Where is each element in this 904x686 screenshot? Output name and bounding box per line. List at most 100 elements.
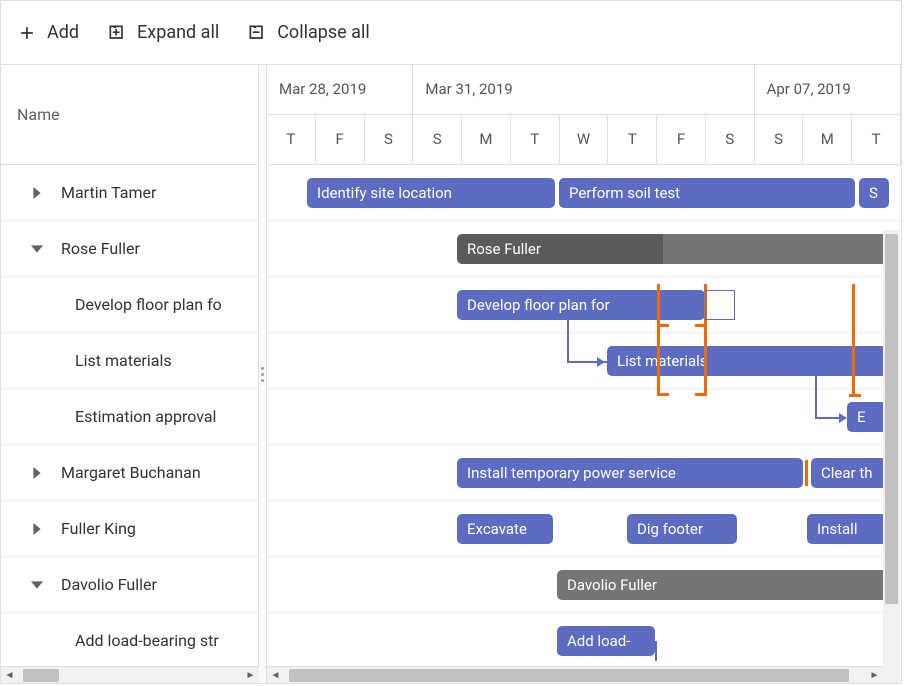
task-bar[interactable]: Dig footer [627,514,737,544]
task-bar[interactable]: Install temporary power service [457,458,803,488]
task-bar[interactable]: Clear th [811,458,887,488]
task-bar-label: Perform soil test [569,184,680,202]
name-column-header[interactable]: Name [1,65,258,165]
tree-row[interactable]: Davolio Fuller [1,557,258,613]
gantt-row: Add load- [267,613,901,669]
week-header-cell: Apr 07, 2019 [755,65,901,114]
day-header-cell: M [803,115,852,165]
task-bar[interactable]: List materials [607,346,887,376]
expand-icon [107,23,127,43]
tree-row[interactable]: Develop floor plan fo [1,277,258,333]
gantt-chart-body[interactable]: Identify site location Perform soil test S… [267,165,901,683]
task-bar-label: E [857,408,866,426]
task-bar-label: Rose Fuller [467,240,541,258]
expand-label: Expand all [137,22,219,43]
gantt-row: E [267,389,901,445]
scroll-right-icon[interactable]: ► [866,667,883,683]
task-bar[interactable]: E [847,402,887,432]
tree-row[interactable]: Add load-bearing str [1,613,258,669]
gantt-row: Excavate Dig footer Install [267,501,901,557]
scrollbar-thumb[interactable] [289,669,849,682]
tree-row-label: Margaret Buchanan [61,463,201,482]
tree-row[interactable]: Margaret Buchanan [1,445,258,501]
scroll-right-icon[interactable]: ► [242,667,259,683]
expand-toggle-icon[interactable] [25,467,49,479]
scroll-left-icon[interactable]: ◄ [267,667,284,683]
task-bar-label: Dig footer [637,520,703,538]
week-header-cell: Mar 28, 2019 [267,65,413,114]
tree-row-label: Estimation approval [75,407,216,426]
task-bar[interactable]: S [859,178,889,208]
tree-row[interactable]: Martin Tamer [1,165,258,221]
tree-row-label: Rose Fuller [61,239,140,258]
tree-row[interactable]: Fuller King [1,501,258,557]
grip-icon [261,367,264,382]
task-bar[interactable]: Identify site location [307,178,555,208]
task-bar[interactable]: Rose Fuller [457,234,887,264]
scroll-left-icon[interactable]: ◄ [1,667,18,683]
plus-icon [17,23,37,43]
task-bar[interactable]: Davolio Fuller [557,570,887,600]
expand-toggle-icon[interactable] [25,523,49,535]
splitter-handle[interactable] [259,65,267,683]
tree-row[interactable]: List materials [1,333,258,389]
day-header-cell: T [511,115,560,165]
task-bar-label: Develop floor plan for [467,296,610,314]
left-horizontal-scrollbar[interactable]: ◄ ► [1,666,259,683]
collapse-toggle-icon[interactable] [25,579,49,591]
task-bar-label: S [869,184,878,202]
collapse-label: Collapse all [277,22,369,43]
task-bar-outline [705,290,735,320]
dependency-line [655,641,657,661]
expand-toggle-icon[interactable] [25,187,49,199]
scrollbar-thumb[interactable] [23,669,59,682]
tree-row-label: Fuller King [61,519,136,538]
task-bar-label: Davolio Fuller [567,576,657,594]
dependency-line [815,376,817,417]
dependency-line [567,320,569,361]
task-bar-label: Identify site location [317,184,452,202]
task-bar-label: Excavate [467,520,527,538]
expand-all-button[interactable]: Expand all [107,22,219,43]
toolbar: Add Expand all Collapse all [1,1,901,65]
task-list-pane: Name Martin Tamer Rose Fuller Develop floo… [1,65,259,683]
tree-row[interactable]: Estimation approval [1,389,258,445]
collapse-icon [247,23,267,43]
day-header-cell: S [706,115,755,165]
tree-row-label: Add load-bearing str [75,631,219,650]
tree-row-label: Martin Tamer [61,183,156,202]
task-bar-label: Install [817,520,857,538]
tree-row[interactable]: Rose Fuller [1,221,258,277]
gantt-row: Identify site location Perform soil test S [267,165,901,221]
task-bar-label: Add load- [567,632,630,650]
vertical-scrollbar[interactable]: ▼ [883,230,900,683]
task-bar-label: Install temporary power service [467,464,676,482]
dependency-arrow-icon [839,413,847,423]
baseline-marker [852,284,855,396]
day-header-cell: F [316,115,365,165]
gantt-row: Davolio Fuller [267,557,901,613]
task-bar[interactable]: Perform soil test [559,178,855,208]
gantt-chart-pane: Mar 28, 2019Mar 31, 2019Apr 07, 2019 TFS… [267,65,901,683]
right-horizontal-scrollbar[interactable]: ◄ ► [267,666,883,683]
task-bar[interactable]: Install [807,514,887,544]
day-header-cell: T [852,115,901,165]
tree-row-label: Develop floor plan fo [75,295,222,314]
task-bar[interactable]: Excavate [457,514,553,544]
baseline-marker [849,394,861,397]
day-header-cell: F [657,115,706,165]
tree-row-label: Davolio Fuller [61,575,157,594]
gantt-row: Rose Fuller [267,221,901,277]
day-header-cell: W [560,115,609,165]
collapse-toggle-icon[interactable] [25,243,49,255]
day-header-cell: S [755,115,804,165]
add-button[interactable]: Add [17,22,79,43]
task-bar[interactable]: Add load- [557,626,655,656]
collapse-all-button[interactable]: Collapse all [247,22,369,43]
gantt-row: Develop floor plan for [267,277,901,333]
timeline-header: Mar 28, 2019Mar 31, 2019Apr 07, 2019 TFS… [267,65,901,165]
day-header-cell: M [462,115,511,165]
baseline-marker [657,284,707,394]
add-label: Add [47,22,79,43]
scrollbar-thumb[interactable] [885,234,898,604]
